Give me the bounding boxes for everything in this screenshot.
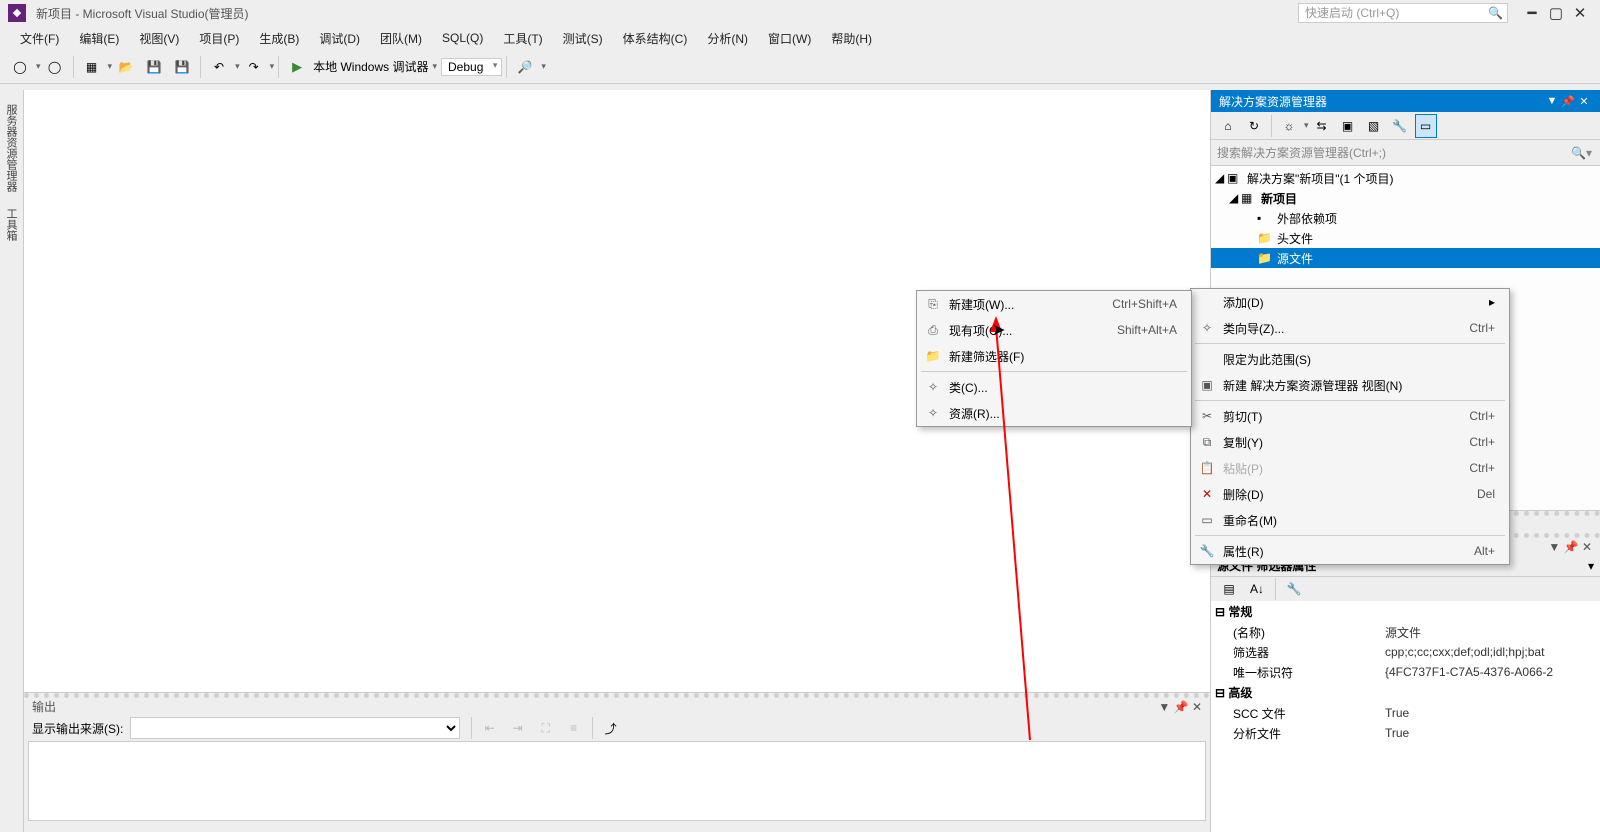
menu-view[interactable]: 视图(V) (129, 27, 189, 50)
ctx-properties[interactable]: 🔧属性(R)Alt+ (1191, 538, 1509, 564)
add-submenu: ⎘新建项(W)...Ctrl+Shift+A ⎙现有项(G)...Shift+A… (916, 290, 1192, 427)
nav-fwd-button[interactable]: ◯ (43, 55, 67, 79)
ctx-paste: 📋粘贴(P)Ctrl+ (1191, 455, 1509, 481)
config-combo[interactable]: Debug (441, 58, 502, 76)
project-icon: ▦ (1241, 191, 1257, 205)
undo-button[interactable]: ↶ (207, 55, 231, 79)
ctx-new-view[interactable]: ▣新建 解决方案资源管理器 视图(N) (1191, 372, 1509, 398)
output-dropdown-icon[interactable]: ▼ (1158, 700, 1170, 714)
menu-debug[interactable]: 调试(D) (309, 27, 370, 50)
start-debug-button[interactable]: ▶ (285, 55, 309, 79)
menu-help[interactable]: 帮助(H) (821, 27, 882, 50)
show-all-icon[interactable]: ▧ (1363, 114, 1385, 138)
menu-arch[interactable]: 体系结构(C) (613, 27, 698, 50)
folder-icon: 📁 (1257, 231, 1273, 245)
solution-toolbar: ⌂ ↻ ☼▾ ⇆ ▣ ▧ 🔧 ▭ (1211, 112, 1600, 140)
solution-explorer-header: 解决方案资源管理器 ▼ 📌 ✕ (1211, 90, 1600, 112)
sub-new-item[interactable]: ⎘新建项(W)...Ctrl+Shift+A (917, 291, 1191, 317)
output-source-combo[interactable] (130, 717, 460, 739)
redo-button[interactable]: ↷ (242, 55, 266, 79)
refs-icon: ▪ (1257, 211, 1273, 225)
goto-prev-icon[interactable]: ⇤ (478, 716, 502, 740)
left-sidebar: 服务器资源管理器 工具箱 (0, 90, 24, 832)
ctx-scope[interactable]: 限定为此范围(S) (1191, 346, 1509, 372)
menu-bar: 文件(F) 编辑(E) 视图(V) 项目(P) 生成(B) 调试(D) 团队(M… (0, 26, 1600, 50)
output-title: 输出 (32, 698, 56, 715)
properties-panel: 属性 ▼ 📌 ✕ 源文件 筛选器属性▾ ▤ A↓ 🔧 ⊟ 常规 (名称)源文件 … (1211, 533, 1600, 832)
menu-project[interactable]: 项目(P) (189, 27, 249, 50)
close-icon[interactable]: ✕ (1192, 700, 1202, 714)
search-icon: 🔍 (1488, 6, 1503, 20)
main-toolbar: ◯▾ ◯ ▦▾ 📂 💾 💾 ↶▾ ↷▾ ▶ 本地 Windows 调试器▾ De… (0, 50, 1600, 84)
open-button[interactable]: 📂 (114, 55, 138, 79)
pin-icon[interactable]: 📌 (1174, 700, 1189, 714)
source-files-node: 📁源文件 (1211, 248, 1600, 268)
solution-icon: ▣ (1227, 171, 1243, 185)
sub-class[interactable]: ✧类(C)... (917, 374, 1191, 400)
wrench-icon[interactable]: 🔧 (1282, 577, 1306, 601)
menu-build[interactable]: 生成(B) (249, 27, 309, 50)
ctx-add[interactable]: 添加(D)▸ (1191, 289, 1509, 315)
sub-existing-item[interactable]: ⎙现有项(G)...Shift+Alt+A (917, 317, 1191, 343)
output-extra-icon[interactable]: ⤴ (599, 716, 623, 740)
home-icon[interactable]: ⌂ (1217, 114, 1239, 138)
ctx-delete[interactable]: ✕删除(D)Del (1191, 481, 1509, 507)
refresh-icon[interactable]: ⇆ (1311, 114, 1333, 138)
preview-icon[interactable]: ▭ (1415, 114, 1437, 138)
wrap-icon[interactable]: ≡ (562, 716, 586, 740)
output-source-label: 显示输出来源(S): (32, 720, 123, 737)
menu-window[interactable]: 窗口(W) (758, 27, 821, 50)
ctx-cut[interactable]: ✂剪切(T)Ctrl+ (1191, 403, 1509, 429)
menu-file[interactable]: 文件(F) (10, 27, 69, 50)
debugger-target[interactable]: 本地 Windows 调试器 (311, 58, 430, 75)
folder-icon: 📁 (1257, 251, 1273, 265)
window-title: 新项目 - Microsoft Visual Studio(管理员) (36, 5, 249, 22)
minimize-button[interactable]: ━ (1520, 4, 1544, 22)
save-button[interactable]: 💾 (142, 55, 166, 79)
pin-icon[interactable]: 📌 (1564, 540, 1579, 554)
ctx-class-wizard[interactable]: ✧类向导(Z)...Ctrl+ (1191, 315, 1509, 341)
goto-next-icon[interactable]: ⇥ (506, 716, 530, 740)
menu-team[interactable]: 团队(M) (370, 27, 432, 50)
clear-icon[interactable]: ⛶ (534, 716, 558, 740)
title-bar: 新项目 - Microsoft Visual Studio(管理员) 快速启动 … (0, 0, 1600, 26)
save-all-button[interactable]: 💾 (170, 55, 194, 79)
dropdown-icon[interactable]: ▼ (1548, 540, 1560, 554)
output-panel: 输出 ▼ 📌 ✕ 显示输出来源(S): ⇤ ⇥ ⛶ ≡ ⤴ (24, 692, 1210, 832)
solution-search-input[interactable]: 搜索解决方案资源管理器(Ctrl+;) 🔍▾ (1211, 140, 1600, 166)
alpha-icon[interactable]: A↓ (1245, 577, 1269, 601)
menu-analyze[interactable]: 分析(N) (697, 27, 758, 50)
close-icon[interactable]: ✕ (1582, 540, 1592, 554)
menu-tools[interactable]: 工具(T) (493, 27, 552, 50)
ctx-rename[interactable]: ▭重命名(M) (1191, 507, 1509, 533)
properties-icon[interactable]: 🔧 (1389, 114, 1411, 138)
server-explorer-tab[interactable]: 服务器资源管理器 (0, 96, 22, 200)
back-icon[interactable]: ↻ (1243, 114, 1265, 138)
find-in-files-button[interactable]: 🔎 (513, 55, 537, 79)
sync-icon[interactable]: ☼ (1278, 114, 1300, 138)
menu-sql[interactable]: SQL(Q) (432, 28, 493, 48)
collapse-icon[interactable]: ▣ (1337, 114, 1359, 138)
nav-back-button[interactable]: ◯ (8, 55, 32, 79)
categorized-icon[interactable]: ▤ (1217, 577, 1241, 601)
close-button[interactable]: ✕ (1568, 4, 1592, 22)
ctx-copy[interactable]: ⧉复制(Y)Ctrl+ (1191, 429, 1509, 455)
close-icon[interactable]: ✕ (1576, 95, 1592, 108)
dropdown-icon[interactable]: ▼ (1544, 95, 1560, 107)
vs-logo-icon (8, 4, 26, 22)
sub-new-filter[interactable]: 📁新建筛选器(F) (917, 343, 1191, 369)
quick-launch-input[interactable]: 快速启动 (Ctrl+Q) 🔍 (1298, 3, 1508, 23)
menu-edit[interactable]: 编辑(E) (69, 27, 129, 50)
toolbox-tab[interactable]: 工具箱 (0, 200, 22, 249)
search-icon: 🔍▾ (1571, 146, 1592, 160)
new-project-button[interactable]: ▦ (80, 55, 104, 79)
pin-icon[interactable]: 📌 (1560, 95, 1576, 108)
sub-resource[interactable]: ✧资源(R)... (917, 400, 1191, 426)
cursor-icon: ➤ (992, 320, 1005, 340)
editor-area: 输出 ▼ 📌 ✕ 显示输出来源(S): ⇤ ⇥ ⛶ ≡ ⤴ (24, 90, 1210, 832)
context-menu: 添加(D)▸ ✧类向导(Z)...Ctrl+ 限定为此范围(S) ▣新建 解决方… (1190, 288, 1510, 565)
menu-test[interactable]: 测试(S) (553, 27, 613, 50)
maximize-button[interactable]: ▢ (1544, 4, 1568, 22)
